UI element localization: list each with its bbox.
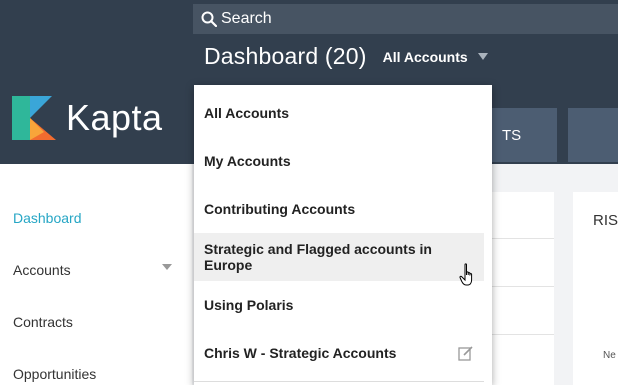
menu-item-my-accounts[interactable]: My Accounts [194, 137, 484, 185]
title-row: Dashboard (20) All Accounts [204, 43, 488, 70]
risk-card-title: RIS [593, 212, 618, 229]
logo-text: Kapta [66, 97, 163, 138]
caret-down-icon [477, 53, 488, 60]
sidebar-item-opportunities[interactable]: Opportunities [13, 366, 96, 382]
account-filter-dropdown[interactable]: All Accounts [383, 49, 488, 65]
menu-item-label: Contributing Accounts [204, 201, 356, 217]
menu-item-label: My Accounts [204, 153, 291, 169]
menu-item-all-accounts[interactable]: All Accounts [194, 89, 484, 137]
page-title: Dashboard (20) [204, 43, 367, 69]
search-icon [201, 11, 217, 27]
nav-tab-2[interactable] [568, 108, 618, 162]
hand-cursor-icon [459, 263, 473, 286]
menu-item-using-polaris[interactable]: Using Polaris [194, 281, 484, 329]
chevron-down-icon[interactable] [162, 264, 172, 270]
menu-item-label: Strategic and Flagged accounts in Europe [204, 241, 432, 273]
edit-icon[interactable] [458, 345, 474, 361]
sidebar-item-contracts[interactable]: Contracts [13, 314, 73, 330]
menu-divider [194, 381, 484, 382]
search-bar[interactable]: Search [193, 4, 618, 34]
menu-item-label: Using Polaris [204, 297, 294, 313]
menu-item-strategic-flagged-europe[interactable]: Strategic and Flagged accounts in Europe [194, 233, 484, 281]
risk-card: RIS Ne [573, 192, 618, 385]
search-label: Search [221, 10, 272, 27]
account-filter-menu: All Accounts My Accounts Contributing Ac… [194, 85, 492, 385]
account-filter-label: All Accounts [382, 48, 468, 65]
sidebar-item-dashboard[interactable]: Dashboard [13, 210, 82, 226]
risk-card-note: Ne [603, 350, 616, 361]
menu-item-chris-w-strategic[interactable]: Chris W - Strategic Accounts [194, 329, 484, 377]
menu-item-label: All Accounts [204, 105, 290, 121]
sidebar-item-accounts[interactable]: Accounts [13, 262, 71, 278]
kapta-logo[interactable]: Kapta [12, 96, 163, 140]
nav-tab-label: TS [502, 126, 522, 144]
kapta-logo-icon [12, 96, 56, 140]
sidebar: Dashboard Accounts Contracts Opportuniti… [0, 164, 192, 385]
menu-item-label: Chris W - Strategic Accounts [204, 345, 397, 361]
menu-item-contributing-accounts[interactable]: Contributing Accounts [194, 185, 484, 233]
